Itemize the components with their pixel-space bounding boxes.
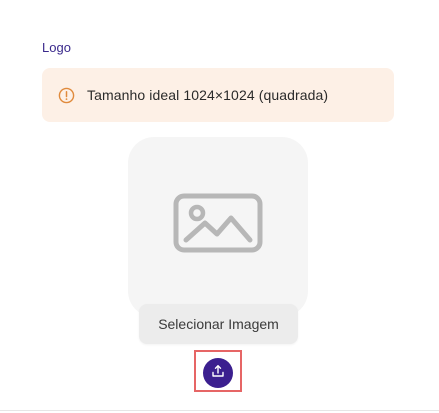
image-placeholder-icon: [173, 193, 263, 253]
warning-circle-icon: [58, 87, 75, 104]
upload-icon: [211, 364, 225, 383]
upload-image-button[interactable]: [203, 358, 233, 388]
image-size-alert: Tamanho ideal 1024×1024 (quadrada): [42, 68, 394, 122]
divider: [0, 410, 439, 411]
logo-image-preview[interactable]: [128, 137, 308, 317]
logo-field-label: Logo: [42, 40, 71, 55]
alert-text: Tamanho ideal 1024×1024 (quadrada): [87, 87, 329, 103]
select-image-tooltip: Selecionar Imagem: [139, 304, 298, 344]
